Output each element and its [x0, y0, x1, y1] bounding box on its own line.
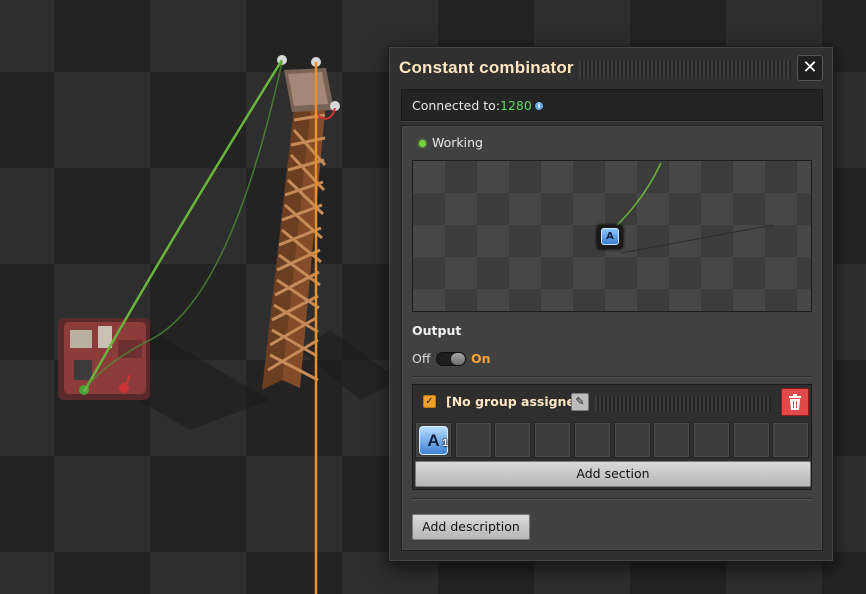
entity-preview[interactable]: A	[412, 160, 812, 312]
trash-icon	[789, 394, 801, 410]
status-text: Working	[432, 135, 483, 150]
toggle-knob	[451, 353, 465, 365]
pencil-icon: ✎	[575, 395, 585, 408]
signal-count: 1	[442, 438, 448, 449]
edit-group-button[interactable]: ✎	[571, 393, 589, 411]
signal-a-icon: A 1	[419, 426, 448, 455]
status-indicator-icon	[419, 140, 426, 147]
signal-slot-empty[interactable]	[454, 422, 492, 458]
info-icon[interactable]: i	[535, 102, 543, 110]
signal-slot[interactable]: A 1	[415, 422, 452, 458]
output-heading: Output	[412, 323, 462, 338]
signal-letter: A	[427, 431, 440, 450]
preview-signal-icon: A	[601, 228, 619, 245]
main-content: Working A Output Off On ✓ [No group assi…	[401, 125, 823, 551]
add-section-button[interactable]: Add section	[415, 461, 811, 487]
close-icon: ✕	[802, 57, 818, 78]
signal-slot-empty[interactable]	[494, 422, 532, 458]
delete-section-button[interactable]	[781, 388, 809, 416]
signal-slot-empty[interactable]	[573, 422, 611, 458]
section-enabled-checkbox[interactable]: ✓	[423, 395, 436, 408]
output-off-label: Off	[412, 351, 431, 366]
drag-handle[interactable]	[579, 61, 791, 79]
connection-bar: Connected to: 1280 i	[401, 89, 823, 121]
connected-to-label: Connected to:	[412, 98, 501, 113]
section-drag-handle[interactable]	[595, 395, 771, 411]
signal-slot-empty[interactable]	[692, 422, 730, 458]
signal-section: ✓ [No group assigned] ✎ A 1 Add section	[412, 384, 812, 490]
title-bar[interactable]: Constant combinator ✕	[399, 55, 823, 83]
output-toggle[interactable]	[436, 352, 466, 366]
signal-slot-empty[interactable]	[772, 422, 810, 458]
green-wire	[82, 59, 284, 393]
close-button[interactable]: ✕	[797, 55, 823, 81]
preview-combinator: A	[597, 225, 623, 249]
signal-slot-empty[interactable]	[732, 422, 770, 458]
signal-slot-empty[interactable]	[534, 422, 572, 458]
constant-combinator-window: Constant combinator ✕ Connected to: 1280…	[388, 46, 834, 562]
signal-slot-empty[interactable]	[613, 422, 651, 458]
section-header: ✓ [No group assigned] ✎	[413, 385, 811, 419]
network-id: 1280	[500, 98, 532, 113]
group-label: [No group assigned]	[446, 394, 590, 409]
add-description-button[interactable]: Add description	[412, 514, 530, 540]
signal-slots: A 1	[415, 422, 811, 458]
output-on-label: On	[471, 351, 491, 366]
window-title: Constant combinator	[399, 58, 574, 77]
divider	[412, 376, 812, 377]
signal-slot-empty[interactable]	[653, 422, 691, 458]
divider	[412, 498, 812, 499]
